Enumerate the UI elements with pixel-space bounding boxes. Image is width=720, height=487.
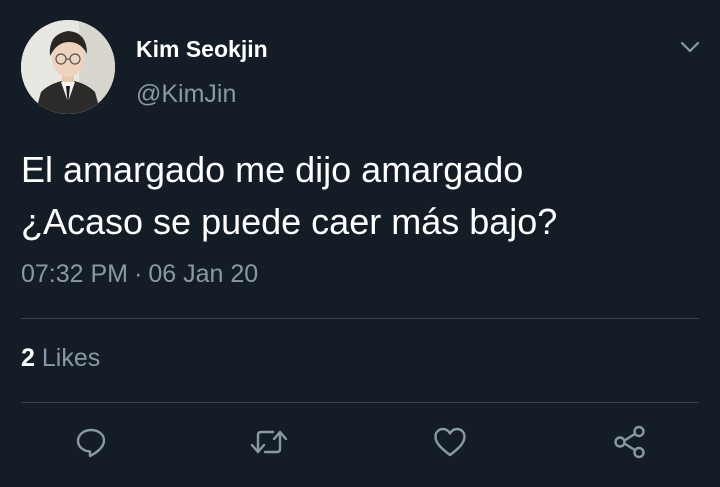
reply-button[interactable] [69,420,113,464]
heart-icon [434,427,466,457]
avatar[interactable] [21,20,115,114]
likes-label: Likes [41,344,101,372]
reply-icon [76,428,106,458]
avatar-photo [21,20,115,114]
tweet-date: 06 Jan 20 [148,260,259,288]
tweet-text: El amargado me dijo amargado ¿Acaso se p… [21,144,701,248]
timestamp-separator: · [134,260,143,288]
share-button[interactable] [608,420,652,464]
tweet-text-line: ¿Acaso se puede caer más bajo? [21,201,558,242]
author-display-name[interactable]: Kim Seokjin [136,36,268,63]
tweet-time: 07:32 PM [21,260,129,288]
share-icon [614,425,645,459]
retweet-button[interactable] [247,420,291,464]
likes-count: 2 [21,344,35,372]
tweet-menu-button[interactable] [670,30,710,64]
divider [21,318,699,319]
tweet-text-line: El amargado me dijo amargado [21,149,524,190]
like-button[interactable] [428,420,472,464]
chevron-down-icon [680,41,700,53]
likes-summary[interactable]: 2 Likes [21,344,100,373]
divider [21,402,699,403]
tweet-timestamp: 07:32 PM · 06 Jan 20 [21,260,258,289]
author-handle[interactable]: @KimJin [136,80,236,109]
retweet-icon [250,430,288,454]
